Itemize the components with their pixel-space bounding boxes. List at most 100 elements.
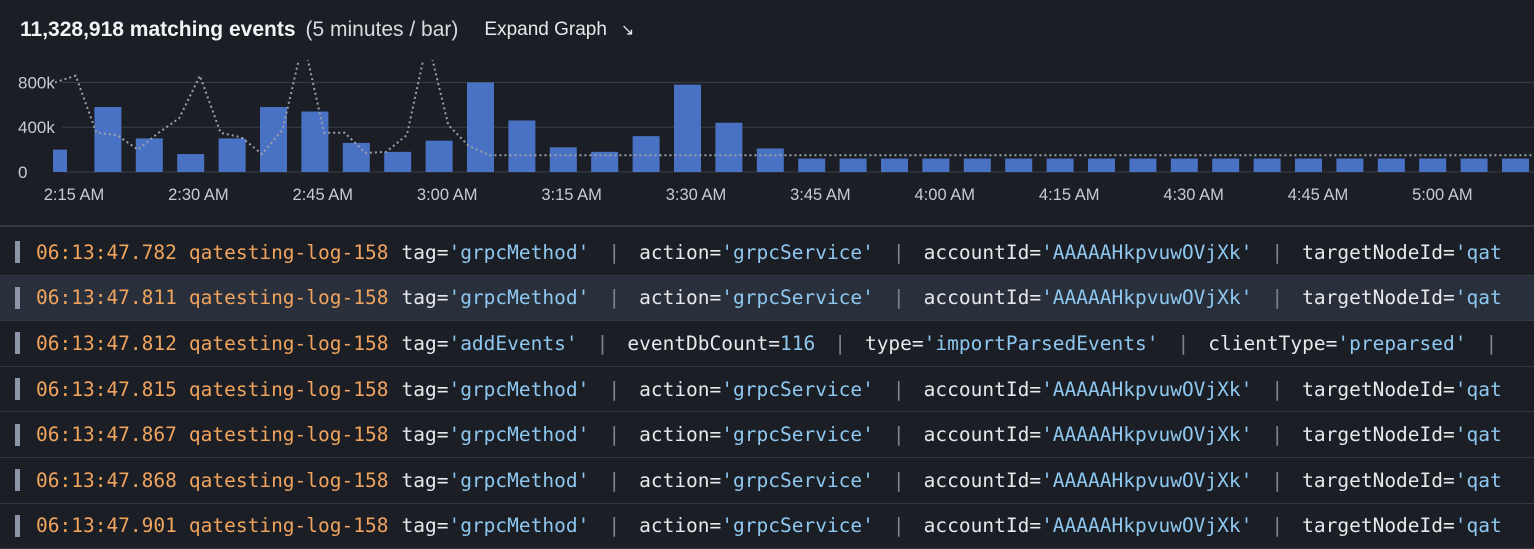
log-timestamp: 06:13:47.782 bbox=[36, 240, 177, 264]
field-value[interactable]: 'grpcMethod' bbox=[448, 241, 589, 264]
field-separator: | bbox=[608, 514, 621, 538]
field-value[interactable]: 116 bbox=[780, 332, 815, 355]
field-value[interactable]: 'grpcService' bbox=[721, 423, 874, 446]
field-key[interactable]: clientType= bbox=[1208, 332, 1337, 355]
histogram-bar bbox=[1295, 158, 1322, 172]
field-value[interactable]: 'grpcMethod' bbox=[448, 469, 589, 492]
arrow-down-right-icon: ↘ bbox=[620, 22, 635, 39]
field-key[interactable]: eventDbCount= bbox=[627, 332, 780, 355]
x-tick-label: 3:00 AM bbox=[417, 186, 478, 204]
field-key[interactable]: accountId= bbox=[924, 378, 1041, 401]
field-key[interactable]: action= bbox=[639, 286, 721, 309]
field-value[interactable]: 'grpcService' bbox=[721, 514, 874, 537]
field-value[interactable]: 'AAAAAHkpvuwOVjXk' bbox=[1041, 286, 1252, 309]
field-value[interactable]: 'qat bbox=[1455, 286, 1502, 309]
field-value[interactable]: 'grpcMethod' bbox=[448, 286, 589, 309]
log-source[interactable]: qatesting-log-158 bbox=[189, 286, 389, 309]
field-value[interactable]: 'grpcService' bbox=[721, 378, 874, 401]
field-key[interactable]: targetNodeId= bbox=[1302, 241, 1455, 264]
log-row[interactable]: 06:13:47.901 qatesting-log-158 tag='grpcMe… bbox=[0, 504, 1534, 549]
field-value[interactable]: 'AAAAAHkpvuwOVjXk' bbox=[1041, 241, 1252, 264]
log-timestamp: 06:13:47.901 bbox=[36, 514, 177, 538]
field-value[interactable]: 'qat bbox=[1455, 241, 1502, 264]
field-key[interactable]: action= bbox=[639, 378, 721, 401]
field-key[interactable]: targetNodeId= bbox=[1302, 514, 1455, 537]
field-key[interactable]: targetNodeId= bbox=[1302, 423, 1455, 446]
x-tick-label: 4:45 AM bbox=[1288, 186, 1349, 204]
field-value[interactable]: 'grpcService' bbox=[721, 469, 874, 492]
histogram-bar bbox=[839, 158, 867, 172]
log-source[interactable]: qatesting-log-158 bbox=[189, 241, 389, 264]
field-key[interactable]: type= bbox=[865, 332, 924, 355]
histogram-bar bbox=[508, 120, 536, 172]
field-value[interactable]: 'grpcMethod' bbox=[448, 378, 589, 401]
log-row[interactable]: 06:13:47.867 qatesting-log-158 tag='grpcMe… bbox=[0, 412, 1534, 458]
field-value[interactable]: 'qat bbox=[1455, 514, 1502, 537]
histogram-bar bbox=[1005, 158, 1033, 172]
log-source[interactable]: qatesting-log-158 bbox=[189, 378, 389, 401]
field-value[interactable]: 'preparsed' bbox=[1337, 332, 1466, 355]
field-key[interactable]: tag= bbox=[401, 514, 448, 537]
field-separator: | bbox=[1271, 286, 1284, 310]
log-row[interactable]: 06:13:47.815 qatesting-log-158 tag='grpcMe… bbox=[0, 367, 1534, 413]
log-timestamp: 06:13:47.812 bbox=[36, 331, 177, 355]
event-histogram-chart[interactable]: 800k 400k 0 2:15 AM 2:30 AM 2:45 AM 3:00 AM 3:1… bbox=[0, 60, 1534, 210]
histogram-bar bbox=[94, 107, 122, 172]
field-key[interactable]: action= bbox=[639, 423, 721, 446]
field-key[interactable]: accountId= bbox=[924, 241, 1041, 264]
x-tick-label: 4:00 AM bbox=[915, 186, 976, 204]
log-fields: tag='grpcMethod' | action='grpcService' | ac… bbox=[401, 423, 1501, 446]
log-source[interactable]: qatesting-log-158 bbox=[189, 423, 389, 446]
field-separator: | bbox=[1271, 423, 1284, 447]
row-severity-marker bbox=[15, 241, 20, 264]
field-value[interactable]: 'grpcService' bbox=[721, 241, 874, 264]
field-separator: | bbox=[608, 377, 621, 401]
field-key[interactable]: accountId= bbox=[924, 469, 1041, 492]
field-value[interactable]: 'AAAAAHkpvuwOVjXk' bbox=[1041, 469, 1252, 492]
field-key[interactable]: tag= bbox=[401, 241, 448, 264]
field-key[interactable]: tag= bbox=[401, 286, 448, 309]
field-value[interactable]: 'grpcService' bbox=[721, 286, 874, 309]
histogram-bar bbox=[674, 84, 701, 172]
row-severity-marker bbox=[15, 378, 20, 401]
log-row[interactable]: 06:13:47.782 qatesting-log-158 tag='grpcMe… bbox=[0, 230, 1534, 276]
log-source[interactable]: qatesting-log-158 bbox=[189, 469, 389, 492]
y-tick-label: 800k bbox=[18, 73, 55, 92]
field-key[interactable]: tag= bbox=[401, 469, 448, 492]
row-severity-marker bbox=[15, 514, 20, 537]
field-key[interactable]: tag= bbox=[401, 332, 448, 355]
field-key[interactable]: action= bbox=[639, 514, 721, 537]
histogram-bar bbox=[1088, 158, 1115, 172]
log-row[interactable]: 06:13:47.812 qatesting-log-158 tag='addEve… bbox=[0, 321, 1534, 367]
log-source[interactable]: qatesting-log-158 bbox=[189, 514, 389, 537]
field-key[interactable]: targetNodeId= bbox=[1302, 286, 1455, 309]
field-value[interactable]: 'importParsedEvents' bbox=[924, 332, 1159, 355]
histogram-bar bbox=[756, 148, 784, 172]
field-value[interactable]: 'AAAAAHkpvuwOVjXk' bbox=[1041, 378, 1252, 401]
field-key[interactable]: tag= bbox=[401, 423, 448, 446]
field-key[interactable]: accountId= bbox=[924, 514, 1041, 537]
log-row[interactable]: 06:13:47.868 qatesting-log-158 tag='grpcMe… bbox=[0, 458, 1534, 504]
log-source[interactable]: qatesting-log-158 bbox=[189, 332, 389, 355]
field-value[interactable]: 'qat bbox=[1455, 423, 1502, 446]
field-value[interactable]: 'AAAAAHkpvuwOVjXk' bbox=[1041, 514, 1252, 537]
field-key[interactable]: accountId= bbox=[924, 286, 1041, 309]
field-value[interactable]: 'AAAAAHkpvuwOVjXk' bbox=[1041, 423, 1252, 446]
field-value[interactable]: 'addEvents' bbox=[448, 332, 577, 355]
field-value[interactable]: 'grpcMethod' bbox=[448, 423, 589, 446]
histogram-bar bbox=[715, 122, 743, 172]
log-row[interactable]: 06:13:47.811 qatesting-log-158 tag='grpcMe… bbox=[0, 275, 1534, 322]
field-key[interactable]: action= bbox=[639, 469, 721, 492]
field-value[interactable]: 'qat bbox=[1455, 469, 1502, 492]
field-key[interactable]: action= bbox=[639, 241, 721, 264]
field-separator: | bbox=[608, 240, 621, 264]
field-key[interactable]: targetNodeId= bbox=[1302, 469, 1455, 492]
field-key[interactable]: accountId= bbox=[924, 423, 1041, 446]
field-value[interactable]: 'qat bbox=[1455, 378, 1502, 401]
field-separator: | bbox=[1271, 240, 1284, 264]
field-key[interactable]: targetNodeId= bbox=[1302, 378, 1455, 401]
histogram-bar bbox=[881, 158, 908, 172]
field-key[interactable]: tag= bbox=[401, 378, 448, 401]
field-value[interactable]: 'grpcMethod' bbox=[448, 514, 589, 537]
expand-graph-button[interactable]: Expand Graph ↘ bbox=[484, 19, 634, 41]
